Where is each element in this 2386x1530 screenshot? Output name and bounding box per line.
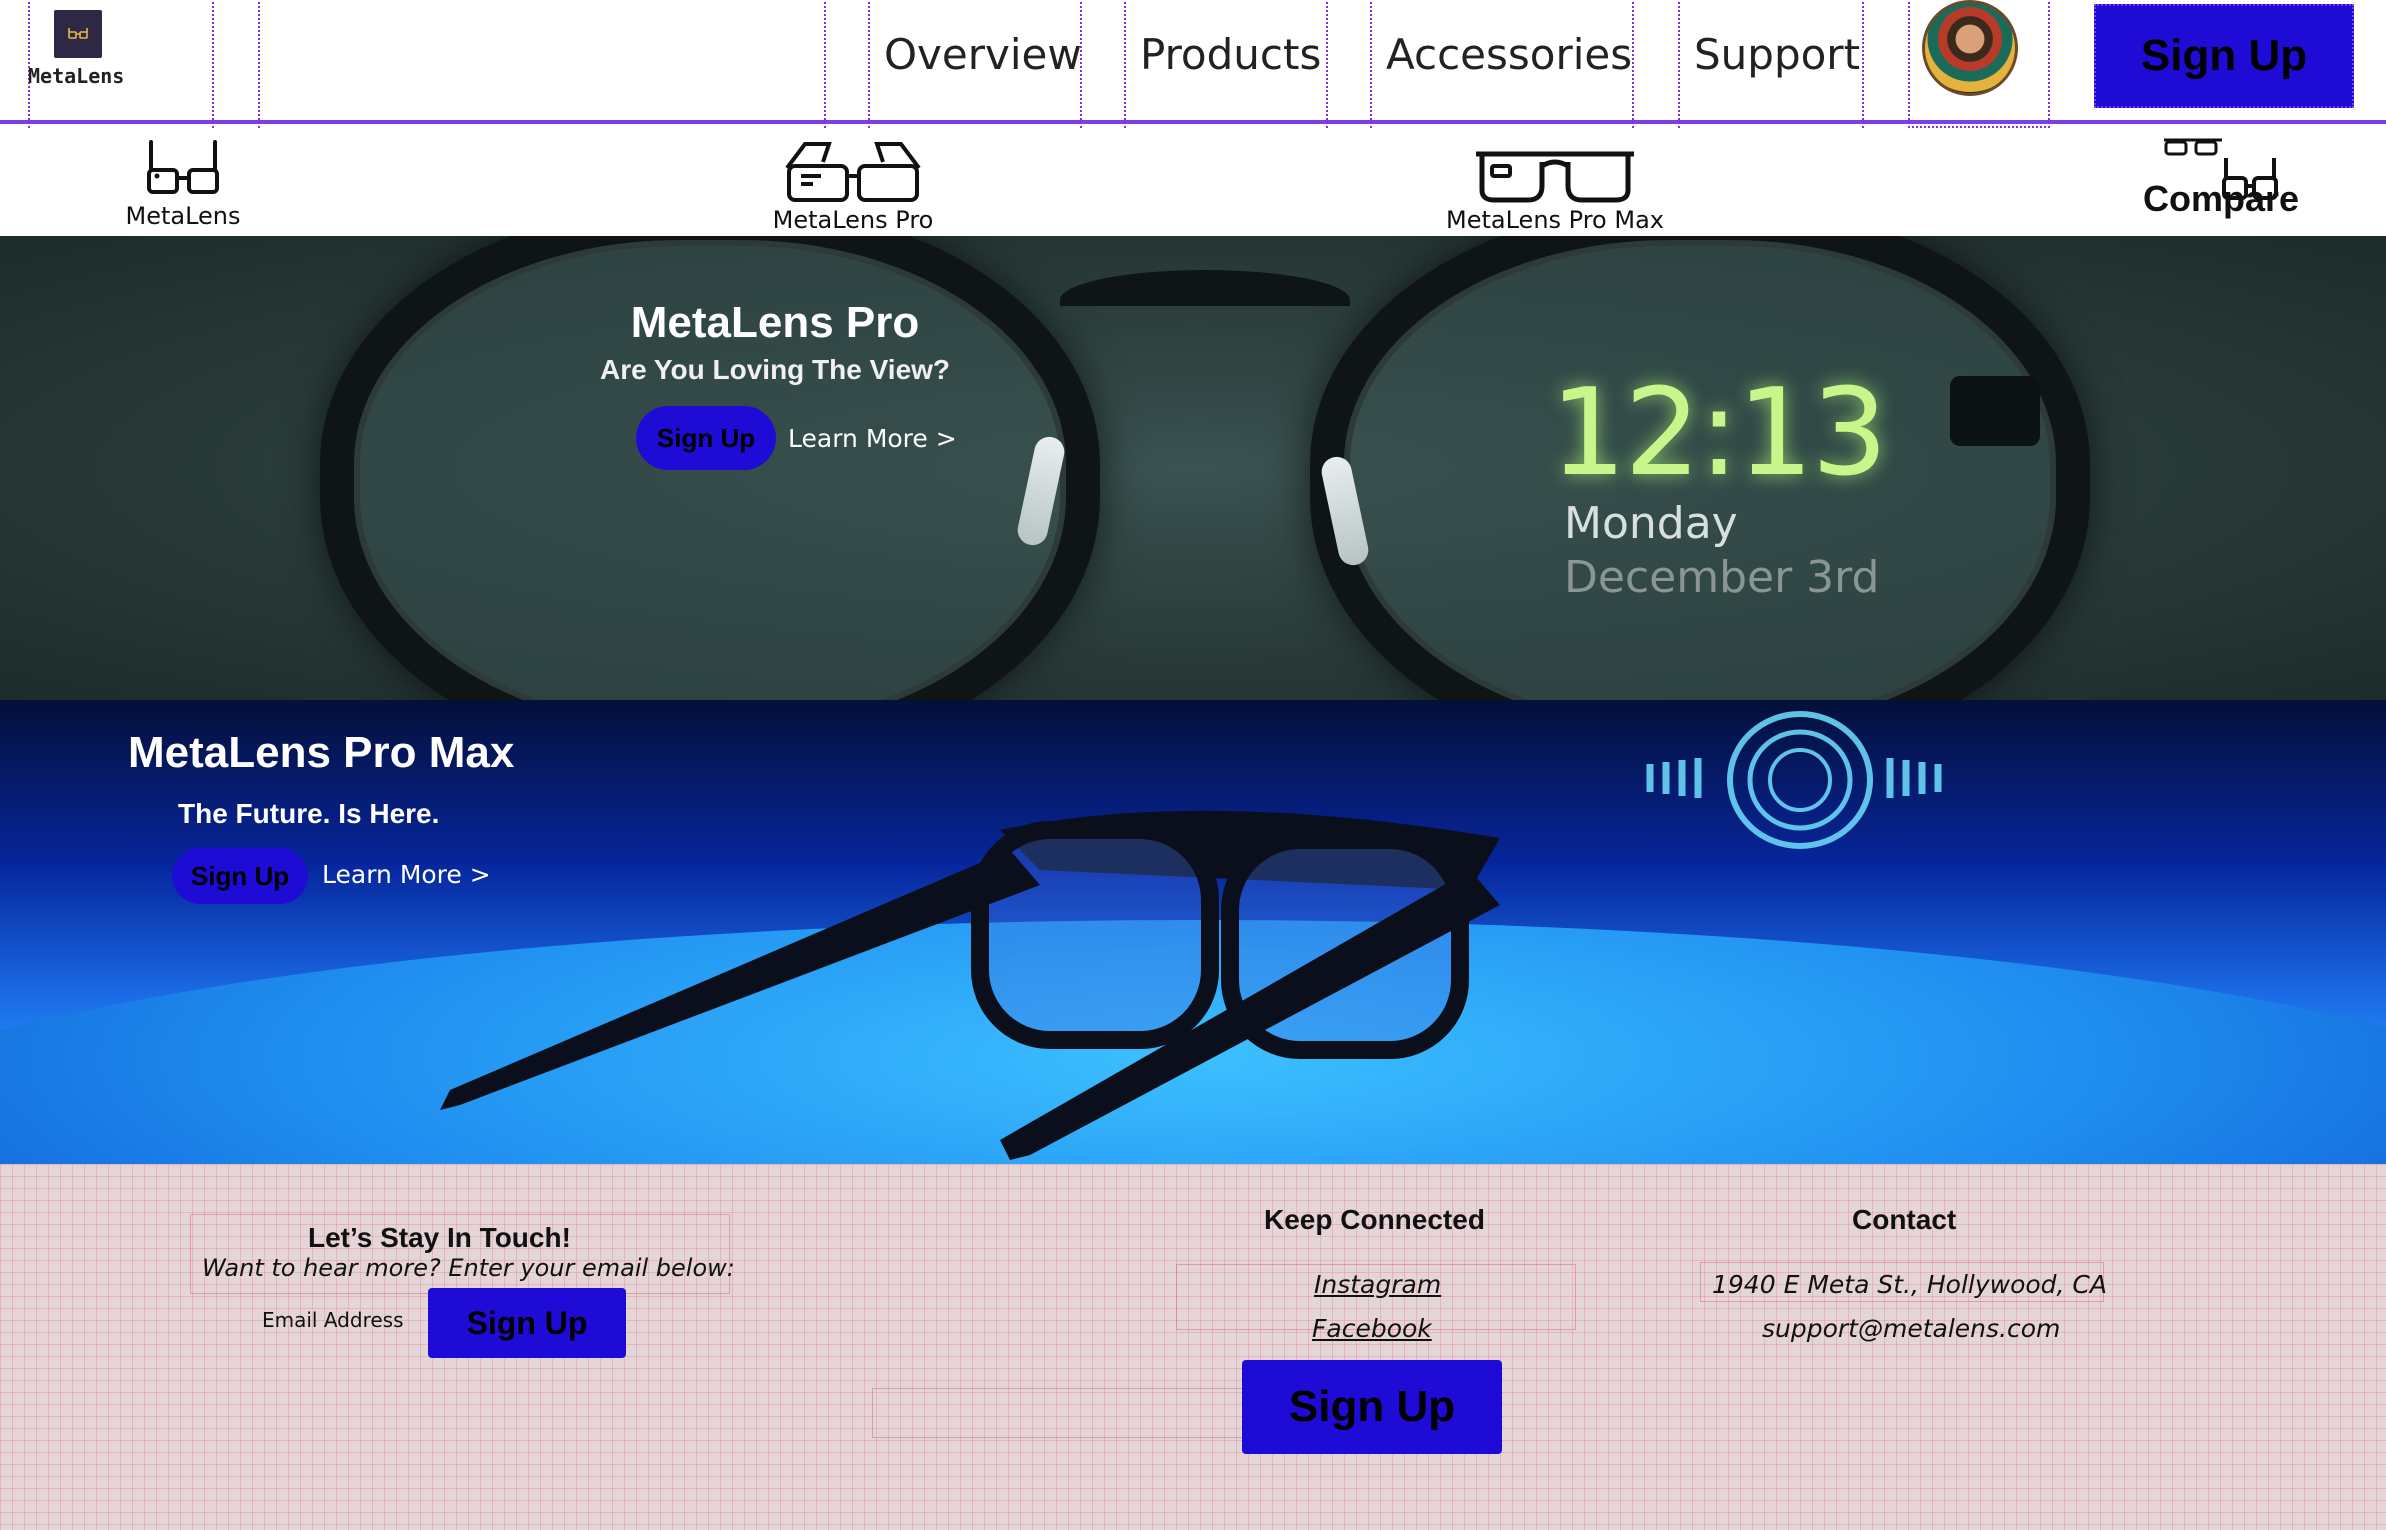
glasses-bridge <box>1060 270 1350 330</box>
contact-address: 1940 E Meta St., Hollywood, CA <box>1712 1270 2107 1299</box>
top-navigation-bar: MetaLens Overview Products Accessories S… <box>0 0 2386 152</box>
email-field-label[interactable]: Email Address <box>262 1308 404 1332</box>
newsletter-signup-button[interactable]: Sign Up <box>428 1288 626 1358</box>
hero-metalens-pro-max: MetaLens Pro Max The Future. Is Here. Si… <box>0 700 2386 1164</box>
footer: Let’s Stay In Touch! Want to hear more? … <box>0 1164 2386 1530</box>
brand-name: MetaLens <box>28 64 125 88</box>
layout-guide-box <box>258 0 826 132</box>
instagram-link[interactable]: Instagram <box>1314 1270 1441 1299</box>
product-metalens[interactable]: MetaLens <box>125 132 241 230</box>
hud-date: December 3rd <box>1564 552 1880 603</box>
product-label: MetaLens Pro <box>772 206 934 234</box>
hero-signup-button[interactable]: Sign Up <box>172 848 308 904</box>
product-label: MetaLens <box>125 202 241 230</box>
metalens-logo[interactable] <box>54 10 102 58</box>
glasses-logo-icon <box>68 28 88 39</box>
nav-products[interactable]: Products <box>1140 30 1321 79</box>
nav-accessories[interactable]: Accessories <box>1386 30 1632 79</box>
hero-title: MetaLens Pro <box>630 298 920 347</box>
footer-signup-button[interactable]: Sign Up <box>1242 1360 1502 1454</box>
hero-title: MetaLens Pro Max <box>128 728 515 777</box>
camera-module <box>1950 376 2040 446</box>
nav-support[interactable]: Support <box>1694 30 1860 79</box>
compare-label: Compare <box>2142 178 2300 219</box>
hologram <box>1646 711 1942 849</box>
keep-connected-title: Keep Connected <box>1264 1204 1485 1235</box>
visor-glasses-icon <box>1476 151 1634 203</box>
glasses-icon <box>147 140 219 194</box>
contact-title: Contact <box>1852 1204 1957 1235</box>
layout-guide-box <box>872 1388 1252 1438</box>
hero-signup-button[interactable]: Sign Up <box>636 406 776 470</box>
hud-day: Monday <box>1564 498 1738 549</box>
hero-metalens-pro: MetaLens Pro Are You Loving The View? Si… <box>0 236 2386 700</box>
product-strip: MetaLens MetaLens Pro MetaLens Pro Max C… <box>0 128 2386 236</box>
product-metalens-pro-max[interactable]: MetaLens Pro Max <box>1446 140 1664 234</box>
product-label: MetaLens Pro Max <box>1446 206 1664 234</box>
smart-glasses-icon <box>785 142 921 202</box>
newsletter-title: Let’s Stay In Touch! <box>308 1222 571 1253</box>
contact-email-link[interactable]: support@metalens.com <box>1762 1314 2060 1343</box>
learn-more-link[interactable]: Learn More > <box>322 860 491 889</box>
user-avatar[interactable] <box>1922 0 2018 96</box>
product-metalens-pro[interactable]: MetaLens Pro <box>768 138 938 234</box>
hero-subtitle: Are You Loving The View? <box>599 354 951 385</box>
newsletter-subtitle: Want to hear more? Enter your email belo… <box>202 1254 735 1282</box>
hud-time: 12:13 <box>1550 364 1888 503</box>
header-signup-button[interactable]: Sign Up <box>2094 4 2354 108</box>
compare-link[interactable]: Compare <box>2142 132 2300 220</box>
nav-overview[interactable]: Overview <box>884 30 1082 79</box>
facebook-link[interactable]: Facebook <box>1312 1314 1432 1343</box>
hero-subtitle: The Future. Is Here. <box>178 798 440 829</box>
learn-more-link[interactable]: Learn More > <box>788 424 957 453</box>
